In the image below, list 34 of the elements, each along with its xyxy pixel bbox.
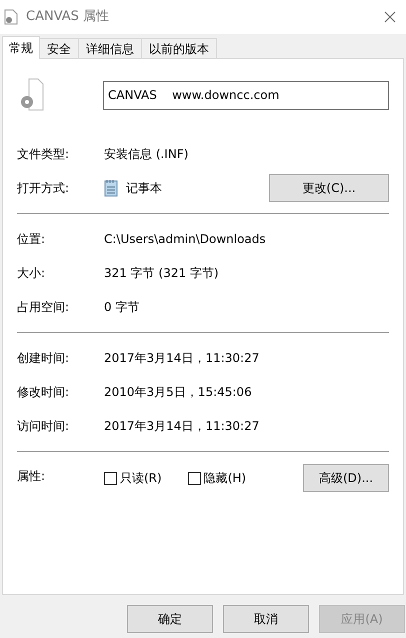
file-icon [4, 9, 18, 25]
button[interactable]: 更改(C)... [269, 174, 389, 202]
field-value: 321 字节 (321 字节) [104, 265, 219, 282]
field-label: 修改时间: [17, 384, 70, 401]
field-value: 安装信息 (.INF) [104, 146, 188, 163]
close-icon[interactable] [384, 11, 396, 23]
tab[interactable]: 安全 [39, 38, 79, 58]
field-value: 2010年3月5日，15:45:06 [104, 384, 252, 401]
field-label: 打开方式: [17, 180, 70, 197]
checkbox-label: 只读(R) [120, 470, 162, 487]
file-name-field[interactable]: CANVAS www.downcc.com [103, 80, 389, 110]
checkbox[interactable] [104, 472, 117, 484]
field-label: 文件类型: [17, 146, 70, 163]
field-label: 位置: [17, 231, 46, 248]
button[interactable]: 高级(D)... [303, 464, 389, 492]
field-value: C:\Users\admin\Downloads [104, 231, 266, 248]
checkbox[interactable] [188, 472, 201, 484]
field-value: 2017年3月14日，11:30:27 [104, 418, 260, 435]
app-name: 记事本 [126, 180, 163, 197]
tab[interactable]: 以前的版本 [141, 38, 217, 58]
button[interactable]: 确定 [127, 605, 213, 633]
checkbox-label: 隐藏(H) [204, 470, 246, 487]
field-label: 创建时间: [17, 350, 70, 367]
field-value: 0 字节 [104, 299, 140, 316]
field-label: 占用空间: [17, 299, 70, 316]
field-label: 属性: [17, 468, 46, 485]
tab[interactable]: 常规 [2, 36, 40, 59]
button[interactable]: 取消 [223, 605, 309, 633]
tab[interactable]: 详细信息 [78, 38, 142, 58]
notepad-icon [104, 179, 118, 197]
field-label: 大小: [17, 265, 46, 282]
field-label: 访问时间: [17, 418, 70, 435]
field-value: 2017年3月14日，11:30:27 [104, 350, 260, 367]
window-title: CANVAS 属性 [26, 8, 110, 26]
